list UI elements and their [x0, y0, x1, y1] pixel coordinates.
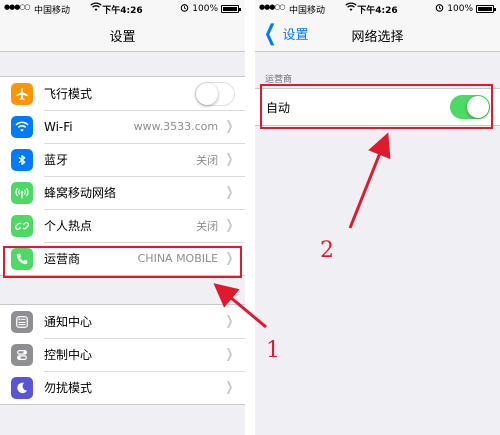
chevron-right-icon: ❯	[225, 185, 234, 200]
phone-icon	[11, 247, 33, 270]
chevron-right-icon: ❯	[225, 251, 234, 266]
chevron-left-icon: ❮	[263, 20, 277, 46]
network-selection-screen: ●●●○○ 中国移动 下午4:26 100% 网络选择 ❮ 设置 运营商 自动	[255, 0, 500, 435]
chevron-right-icon: ❯	[225, 119, 234, 134]
carrier-value: CHINA MOBILE	[137, 252, 219, 265]
bluetooth-icon	[11, 148, 33, 171]
wifi-network-value: www.3533.com	[133, 120, 219, 133]
settings-row-do-not-disturb[interactable]: 勿扰模式 ❯	[0, 371, 245, 404]
settings-row-notification-center[interactable]: 通知中心 ❯	[0, 305, 245, 338]
settings-row-label: 勿扰模式	[44, 381, 93, 395]
notification-center-icon	[11, 310, 33, 333]
settings-row-label: 飞行模式	[44, 87, 93, 101]
battery-icon	[476, 5, 496, 13]
automatic-label: 自动	[266, 100, 291, 115]
hotspot-icon	[11, 214, 33, 237]
section-header-carrier: 运营商	[265, 75, 293, 85]
alarm-icon	[180, 3, 189, 15]
settings-row-airplane-mode[interactable]: 飞行模式	[0, 77, 245, 110]
automatic-toggle[interactable]	[450, 95, 490, 119]
annotation-number-1: 1	[266, 338, 280, 363]
bluetooth-status-value: 关闭	[196, 153, 219, 167]
settings-row-carrier[interactable]: 运营商 CHINA MOBILE ❯	[0, 242, 245, 275]
status-bar: ●●●○○ 中国移动 下午4:26 100%	[255, 0, 500, 18]
battery-percent: 100%	[447, 4, 473, 14]
settings-row-automatic: 自动	[255, 89, 500, 125]
annotation-number-2: 2	[320, 238, 334, 263]
alarm-icon	[435, 3, 444, 15]
control-center-icon	[11, 343, 33, 366]
settings-row-label: 蓝牙	[44, 153, 69, 167]
toggle-knob	[196, 82, 218, 105]
settings-row-label: 蜂窝移动网络	[44, 186, 117, 200]
airplane-mode-toggle[interactable]	[195, 81, 235, 106]
settings-row-hotspot[interactable]: 个人热点 关闭 ❯	[0, 209, 245, 242]
chevron-right-icon: ❯	[225, 347, 234, 362]
wifi-icon	[11, 115, 33, 138]
settings-row-label: 控制中心	[44, 348, 93, 362]
settings-row-label: Wi-Fi	[44, 119, 73, 134]
status-bar: ●●●○○ 中国移动 下午4:26 100%	[0, 0, 245, 18]
cellular-icon	[11, 181, 33, 204]
moon-icon	[11, 376, 33, 399]
settings-row-label: 通知中心	[44, 315, 93, 329]
carrier-selection-group: 自动	[255, 88, 500, 126]
chevron-right-icon: ❯	[225, 218, 234, 233]
nav-bar: 设置	[0, 18, 245, 52]
battery-icon	[221, 5, 241, 13]
airplane-icon	[11, 82, 33, 105]
settings-row-cellular[interactable]: 蜂窝移动网络 ❯	[0, 176, 245, 209]
settings-row-wifi[interactable]: Wi-Fi www.3533.com ❯	[0, 110, 245, 143]
hotspot-status-value: 关闭	[196, 219, 219, 233]
back-button[interactable]: ❮ 设置	[261, 20, 309, 46]
back-button-label: 设置	[282, 28, 309, 43]
settings-row-control-center[interactable]: 控制中心 ❯	[0, 338, 245, 371]
chevron-right-icon: ❯	[225, 380, 234, 395]
settings-group-connectivity: 飞行模式 Wi-Fi www.3533.com ❯ 蓝牙 关闭 ❯ 蜂窝移动网络	[0, 76, 245, 276]
battery-percent: 100%	[192, 4, 218, 14]
settings-row-label: 个人热点	[44, 219, 93, 233]
nav-bar: 网络选择 ❮ 设置	[255, 18, 500, 52]
toggle-knob	[467, 96, 489, 118]
settings-group-notifications: 通知中心 ❯ 控制中心 ❯ 勿扰模式 ❯	[0, 304, 245, 405]
chevron-right-icon: ❯	[225, 314, 234, 329]
page-title: 设置	[109, 30, 136, 45]
settings-row-bluetooth[interactable]: 蓝牙 关闭 ❯	[0, 143, 245, 176]
settings-screen: ●●●○○ 中国移动 下午4:26 100% 设置 飞行模式 Wi-Fi www…	[0, 0, 245, 435]
chevron-right-icon: ❯	[225, 152, 234, 167]
settings-row-label: 运营商	[44, 252, 81, 266]
